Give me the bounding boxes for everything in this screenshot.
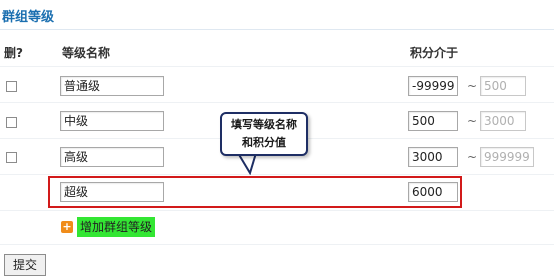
divider [0,66,554,67]
plus-icon: + [61,220,73,233]
callout-line: 和积分值 [242,136,286,149]
header-level-name: 等级名称 [62,46,111,60]
add-level-link[interactable]: + 增加群组等级 [61,216,156,238]
header-delete: 删? [4,46,23,60]
level-name-input[interactable]: 高级 [60,147,164,167]
points-max-input[interactable]: 3000 [480,111,526,131]
level-name-input[interactable]: 中级 [60,111,164,131]
divider [0,210,554,211]
highlight-box [48,176,462,208]
divider [0,174,554,175]
range-separator: ~ [467,150,478,164]
header-points-range: 积分介于 [410,46,459,60]
points-max-input[interactable]: 999999 [480,147,534,167]
callout-tail [236,153,258,175]
points-min-input[interactable]: 500 [408,111,458,131]
range-separator: ~ [467,114,478,128]
delete-checkbox[interactable] [6,152,17,163]
callout-annotation: 填写等级名称 和积分值 [220,112,308,156]
level-name-input[interactable]: 普通级 [60,76,164,96]
delete-checkbox[interactable] [6,117,17,128]
callout-line: 填写等级名称 [231,118,297,131]
section-title: 群组等级 [0,6,554,30]
points-min-input[interactable]: 3000 [408,147,458,167]
divider [0,244,554,245]
divider [0,102,554,103]
points-max-input[interactable]: 500 [480,76,526,96]
add-level-label[interactable]: 增加群组等级 [77,217,156,237]
range-separator: ~ [467,79,478,93]
submit-button[interactable]: 提交 [4,254,46,276]
delete-checkbox[interactable] [6,81,17,92]
points-min-input[interactable]: -99999 [408,76,458,96]
